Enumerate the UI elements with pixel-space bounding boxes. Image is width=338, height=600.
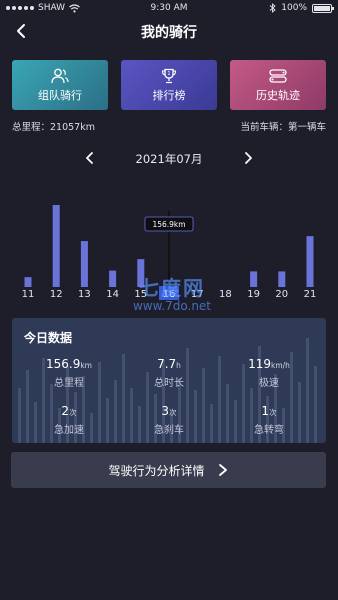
chart-day-label[interactable]: 13 (78, 289, 91, 300)
stat-sudden-accel: 2次 急加速 (24, 400, 114, 436)
driving-analysis-label: 驾驶行为分析详情 (108, 463, 205, 478)
chart-day-label[interactable]: 17 (191, 289, 204, 300)
stat-label: 极速 (259, 378, 279, 389)
chart-bar[interactable] (137, 259, 145, 287)
stat-value: 1 (261, 404, 270, 418)
page-title: 我的骑行 (141, 25, 197, 41)
team-ride-button[interactable]: 组队骑行 (12, 60, 108, 110)
history-track-button[interactable]: 历史轨迹 (230, 60, 326, 110)
stat-label: 急加速 (54, 425, 84, 436)
chart-bar[interactable] (52, 205, 60, 287)
chart-day-label[interactable]: 12 (50, 289, 63, 300)
daily-mileage-chart: 11 12 13 14 15 156.9km 16 17 18 19 20 21 (22, 205, 317, 300)
chart-bar[interactable] (109, 270, 117, 287)
stat-top-speed: 119km/h 极速 (224, 353, 314, 389)
stat-value: 156.9 (45, 357, 81, 371)
chart-bar[interactable] (306, 236, 314, 287)
stat-label: 急转弯 (254, 425, 284, 436)
bluetooth-icon (269, 3, 276, 13)
stat-label: 急刹车 (154, 425, 184, 436)
month-label: 2021年07月 (135, 152, 203, 166)
stat-value: 7.7 (157, 357, 177, 371)
people-icon (51, 68, 69, 83)
info-row: 总里程：21057km 当前车辆：第一辆车 (12, 119, 326, 133)
chart-day-label[interactable]: 19 (247, 289, 260, 300)
stat-unit: h (176, 361, 181, 370)
chart-day-label[interactable]: 20 (275, 289, 288, 300)
stat-value: 3 (161, 404, 170, 418)
chart-bar[interactable] (24, 277, 32, 287)
chart-day-label[interactable]: 18 (219, 289, 232, 300)
route-icon (269, 68, 287, 83)
svg-text:1: 1 (167, 71, 170, 77)
stat-unit: 次 (269, 408, 277, 417)
current-vehicle[interactable]: 当前车辆：第一辆车 (240, 119, 326, 133)
stat-total-mileage: 156.9km 总里程 (24, 353, 114, 389)
battery-percent: 100% (281, 3, 307, 13)
chart-day-label[interactable]: 21 (304, 289, 317, 300)
driving-analysis-button[interactable]: 驾驶行为分析详情 (11, 452, 326, 488)
leaderboard-button[interactable]: 1 排行榜 (121, 60, 217, 110)
chart-day-label[interactable]: 15 (134, 289, 147, 300)
today-data-card: 今日数据 156.9km 总里程 7.7h 总时长 119km/h 极速 2次 … (12, 318, 326, 443)
history-track-label: 历史轨迹 (256, 88, 300, 102)
stat-unit: km/h (270, 361, 290, 370)
today-heading: 今日数据 (24, 331, 73, 345)
battery-icon (312, 3, 334, 13)
chart-day-label[interactable]: 16 (163, 289, 176, 300)
chevron-right-icon (218, 464, 227, 476)
stat-total-duration: 7.7h 总时长 (124, 353, 214, 389)
chart-tooltip-label: 156.9km (152, 220, 185, 229)
stat-sudden-brake: 3次 急刹车 (124, 400, 214, 436)
total-mileage: 总里程：21057km (12, 122, 95, 133)
stat-unit: 次 (69, 408, 77, 417)
stat-sharp-turn: 1次 急转弯 (224, 400, 314, 436)
status-bar: SHAW 9:30 AM 100% (0, 0, 338, 18)
feature-tiles: 组队骑行 1 排行榜 历史轨迹 (12, 60, 326, 110)
stat-unit: 次 (169, 408, 177, 417)
stat-label: 总里程 (54, 378, 84, 389)
leaderboard-label: 排行榜 (152, 88, 186, 102)
chart-day-label[interactable]: 14 (106, 289, 119, 300)
month-selector: 2021年07月 (0, 150, 338, 168)
stat-value: 2 (61, 404, 70, 418)
stat-unit: km (80, 361, 92, 370)
stat-label: 总时长 (154, 378, 184, 389)
trophy-icon: 1 (161, 68, 177, 83)
stat-value: 119 (248, 357, 271, 371)
team-ride-label: 组队骑行 (38, 88, 82, 102)
chart-day-label[interactable]: 11 (22, 289, 35, 300)
status-right: 100% (269, 3, 334, 13)
chart-bar[interactable] (80, 241, 88, 287)
chart-bar[interactable] (250, 271, 258, 287)
nav-bar: 我的骑行 (0, 18, 338, 46)
chart-bar[interactable] (278, 271, 286, 287)
chevron-right-icon[interactable] (240, 150, 256, 166)
